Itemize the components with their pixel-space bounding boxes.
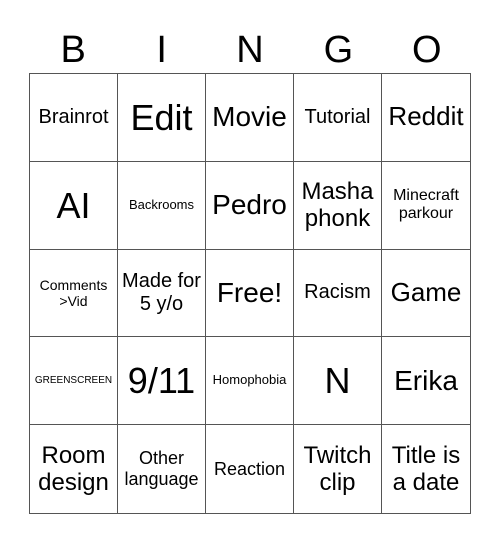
header-letter-n: N [236,29,264,71]
free-space-cell[interactable]: Free! [206,249,294,338]
bingo-cell[interactable]: Pedro [206,161,294,250]
bingo-cell[interactable]: Twitch clip [294,425,382,513]
header-letter-i: I [156,29,167,71]
bingo-header: B I N G O [29,28,471,72]
bingo-cell[interactable]: N [294,337,382,426]
bingo-cell[interactable]: Made for 5 y/o [118,249,206,338]
header-letter-o: O [412,29,442,71]
header-letter-g: G [323,29,354,71]
bingo-cell[interactable]: Reddit [382,74,470,162]
bingo-cell[interactable]: Game [382,250,470,338]
bingo-cell[interactable]: Erika [382,337,470,426]
header-letter-b: B [60,29,86,71]
bingo-cell[interactable]: Edit [118,74,206,162]
bingo-cell[interactable]: Comments >Vid [30,249,118,338]
bingo-cell[interactable]: Room design [30,425,118,513]
bingo-cell[interactable]: Brainrot [30,74,118,162]
bingo-cell[interactable]: GREENSCREEN [30,337,118,426]
bingo-grid: Brainrot Edit Movie Tutorial Reddit AI B… [29,73,471,514]
bingo-cell[interactable]: Tutorial [294,74,382,162]
bingo-cell[interactable]: AI [30,161,118,250]
bingo-cell[interactable]: Title is a date [382,425,470,513]
bingo-cell[interactable]: Minecraft parkour [382,162,470,250]
bingo-cell[interactable]: Homophobia [206,337,294,426]
bingo-cell[interactable]: Backrooms [118,161,206,250]
bingo-cell[interactable]: Movie [206,74,294,162]
bingo-cell[interactable]: Other language [118,425,206,513]
bingo-cell[interactable]: 9/11 [118,337,206,426]
bingo-cell[interactable]: Reaction [206,425,294,513]
bingo-cell[interactable]: Masha phonk [294,161,382,250]
bingo-cell[interactable]: Racism [294,249,382,338]
